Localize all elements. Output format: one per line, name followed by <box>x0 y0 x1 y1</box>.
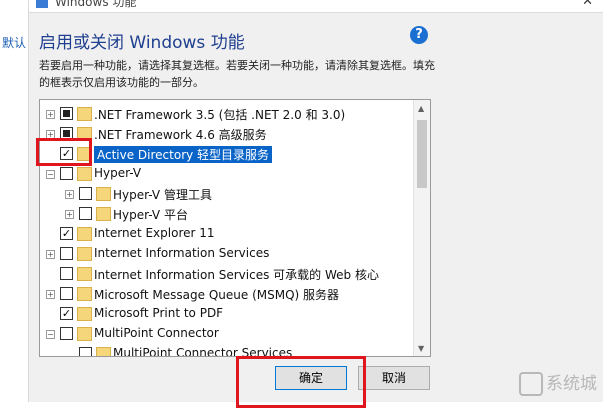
watermark-logo-icon <box>519 372 543 396</box>
feature-label: Hyper-V 平台 <box>113 208 188 222</box>
feature-row[interactable]: − MultiPoint Connector <box>40 324 414 344</box>
feature-checkbox[interactable] <box>60 107 73 120</box>
feature-checkbox[interactable] <box>60 127 73 140</box>
folder-icon <box>77 247 92 261</box>
feature-label: Internet Explorer 11 <box>94 226 215 240</box>
expand-icon[interactable]: + <box>46 130 55 139</box>
watermark-text: 系统城 <box>546 374 597 394</box>
feature-label: MultiPoint Connector <box>94 326 219 340</box>
folder-icon <box>96 347 111 356</box>
watermark: 系统城 <box>519 369 597 396</box>
feature-checkbox[interactable] <box>60 267 73 280</box>
expand-icon[interactable]: + <box>46 110 55 119</box>
expand-icon[interactable]: + <box>46 250 55 259</box>
feature-checkbox[interactable] <box>60 327 73 340</box>
feature-checkbox[interactable]: ✓ <box>60 227 73 240</box>
feature-checkbox[interactable] <box>60 287 73 300</box>
features-tree[interactable]: MultiPoint Connector Services − MultiPoint… <box>39 99 431 357</box>
feature-row[interactable]: ✓ Internet Explorer 11 <box>40 224 414 244</box>
folder-icon <box>77 307 92 321</box>
feature-row[interactable]: + .NET Framework 3.5 (包括 .NET 2.0 和 3.0) <box>40 104 414 124</box>
cancel-button[interactable]: 取消 <box>358 366 430 390</box>
folder-icon <box>77 147 92 161</box>
dialog-description: 若要启用一种功能，请选择其复选框。若要关闭一种功能，请清除其复选框。填充的框表示… <box>39 59 435 89</box>
window-icon <box>36 0 48 8</box>
feature-row[interactable]: − Hyper-V <box>40 164 414 184</box>
feature-checkbox[interactable] <box>79 207 92 220</box>
feature-row[interactable]: + Hyper-V 管理工具 <box>40 184 414 204</box>
scroll-thumb[interactable] <box>417 120 427 188</box>
collapse-icon[interactable]: − <box>46 170 55 179</box>
feature-checkbox[interactable]: ✓ <box>60 307 73 320</box>
folder-icon <box>77 267 92 281</box>
feature-row[interactable]: + .NET Framework 4.6 高级服务 <box>40 124 414 144</box>
folder-icon <box>96 207 111 221</box>
feature-label: Internet Information Services 可承载的 Web 核… <box>94 268 379 282</box>
tree-scrollbar[interactable]: ▲ ▼ <box>413 100 430 356</box>
collapse-icon[interactable]: − <box>46 330 55 339</box>
windows-features-dialog: Windows 功能 ✕ 启用或关闭 Windows 功能 ? 若要启用一种功能… <box>29 0 603 402</box>
feature-checkbox[interactable] <box>60 247 73 260</box>
background-window-text: 默认 <box>2 36 27 50</box>
scroll-up-icon[interactable]: ▲ <box>418 104 424 113</box>
folder-icon <box>96 187 111 201</box>
dialog-heading: 启用或关闭 Windows 功能 <box>39 33 245 53</box>
scroll-down-icon[interactable]: ▼ <box>418 344 424 353</box>
feature-checkbox[interactable]: ✓ <box>60 147 73 160</box>
title-bar: Windows 功能 ✕ <box>29 0 603 13</box>
feature-label: Internet Information Services <box>94 246 270 260</box>
feature-label: .NET Framework 3.5 (包括 .NET 2.0 和 3.0) <box>94 108 346 122</box>
feature-row[interactable]: + Hyper-V 平台 <box>40 204 414 224</box>
feature-label: Hyper-V 管理工具 <box>113 188 212 202</box>
help-icon[interactable]: ? <box>410 26 428 44</box>
feature-label: MultiPoint Connector Services <box>113 346 293 357</box>
feature-row[interactable]: + Microsoft Message Queue (MSMQ) 服务器 <box>40 284 414 304</box>
window-title: Windows 功能 <box>55 0 137 9</box>
feature-label: Active Directory 轻型目录服务 <box>94 146 273 163</box>
expand-icon[interactable]: + <box>65 210 74 219</box>
folder-icon <box>77 287 92 301</box>
ok-button[interactable]: 确定 <box>275 366 347 390</box>
feature-row[interactable]: MultiPoint Connector Services <box>40 344 414 357</box>
expand-icon[interactable]: + <box>65 190 74 199</box>
folder-icon <box>77 167 92 181</box>
folder-icon <box>77 227 92 241</box>
feature-row[interactable]: + Internet Information Services <box>40 244 414 264</box>
feature-label: Hyper-V <box>94 166 142 180</box>
feature-row[interactable]: ✓ Active Directory 轻型目录服务 <box>40 144 414 164</box>
feature-label: Microsoft Print to PDF <box>94 306 224 320</box>
feature-checkbox[interactable] <box>60 167 73 180</box>
feature-row[interactable]: ✓ Microsoft Print to PDF <box>40 304 414 324</box>
folder-icon <box>77 107 92 121</box>
feature-label: Microsoft Message Queue (MSMQ) 服务器 <box>94 288 340 302</box>
folder-icon <box>77 127 92 141</box>
feature-checkbox[interactable] <box>79 347 92 356</box>
feature-row[interactable]: Internet Information Services 可承载的 Web 核… <box>40 264 414 284</box>
close-icon[interactable]: ✕ <box>582 0 593 9</box>
feature-label: .NET Framework 4.6 高级服务 <box>94 128 267 142</box>
expand-icon[interactable]: + <box>46 290 55 299</box>
feature-checkbox[interactable] <box>79 187 92 200</box>
background-window-strip: 默认 <box>0 0 29 402</box>
folder-icon <box>77 327 92 341</box>
